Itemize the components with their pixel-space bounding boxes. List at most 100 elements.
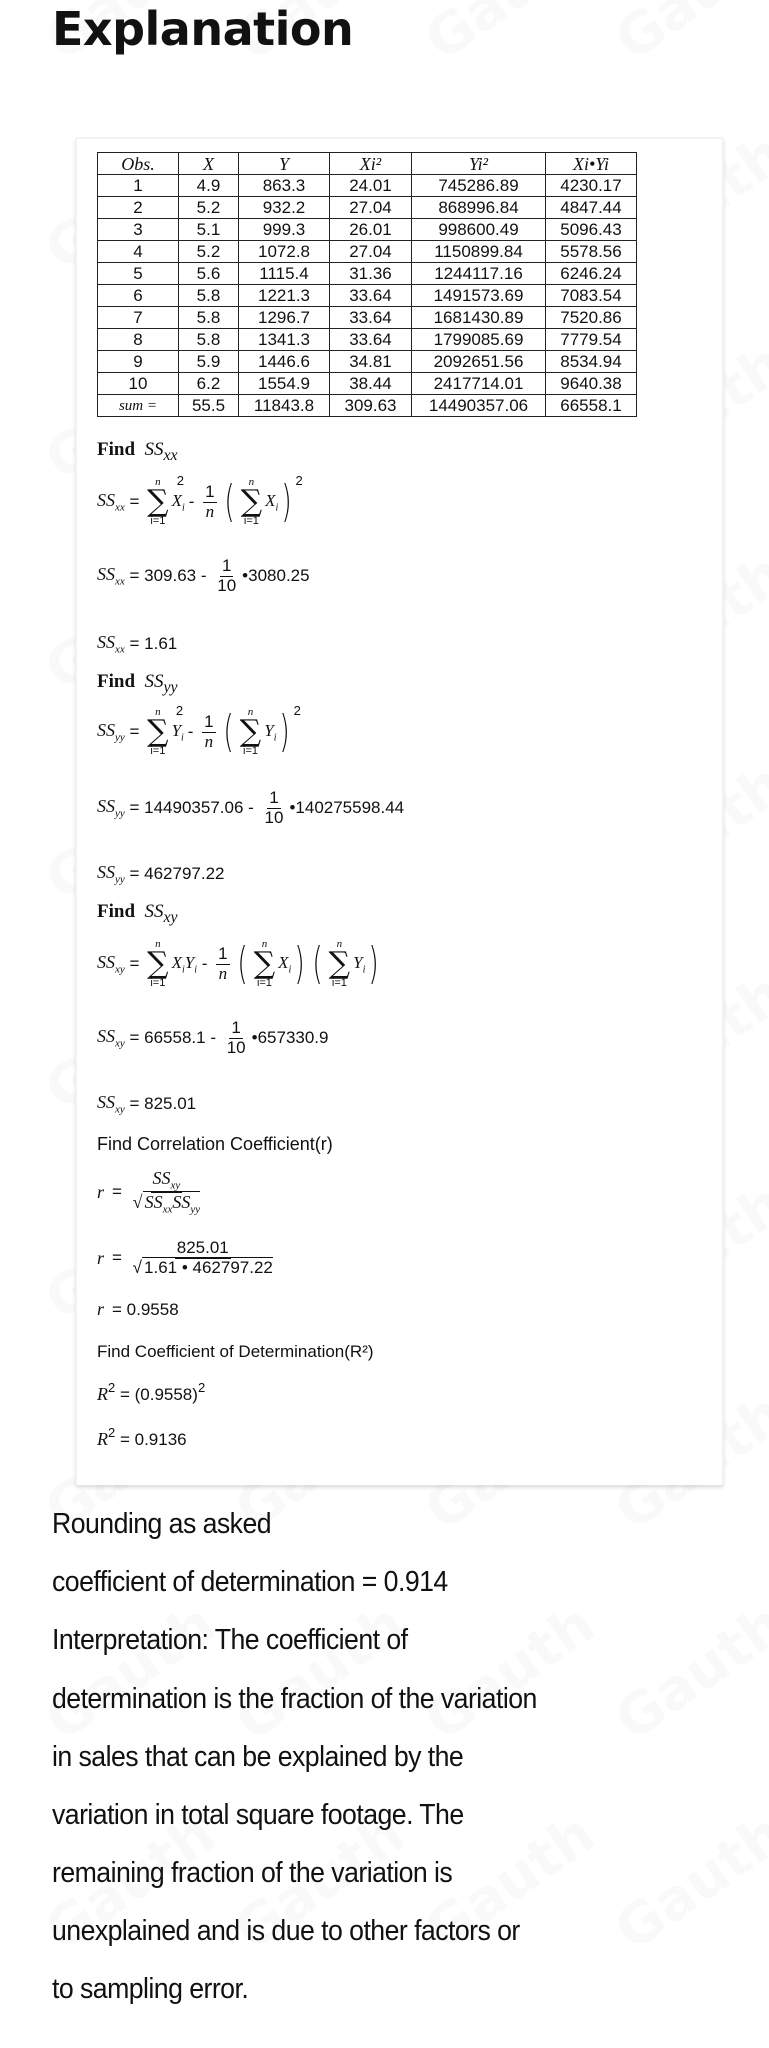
sum-cell: 66558.1 (545, 394, 637, 417)
table-cell: 6246.24 (545, 262, 637, 285)
determination-formula: R2 = (0.9558) 2 (97, 1380, 206, 1404)
ssxy-formula: SSxy = n ∑ i=1 XiYi - 1n (n ∑ i=1 Xi) (n ∑ i=1 Y… (97, 938, 380, 989)
table-row: 10 6.2 1554.9 38.44 2417714.01 9640.38 (97, 372, 637, 395)
table-cell: 1221.3 (238, 284, 330, 307)
table-cell: 34.81 (329, 350, 412, 373)
table-cell: 9 (97, 350, 179, 373)
table-cell: 8534.94 (545, 350, 637, 373)
ssyy-symbol: SSyy (144, 671, 178, 696)
table-cell: 24.01 (329, 174, 412, 197)
table-cell: 4230.17 (545, 174, 637, 197)
ssyy-result: SSyy = 462797.22 (97, 862, 225, 886)
watermark: Gauth (34, 1591, 227, 1753)
table-cell: 1 (97, 174, 179, 197)
table-cell: 9640.38 (545, 372, 637, 395)
table-cell: 5.6 (178, 262, 239, 285)
correlation-substitution: r = 825.01 √ 1.61 • 462797.22 (97, 1238, 273, 1277)
correlation-result: r = 0.9558 (97, 1299, 179, 1319)
table-cell: 1681430.89 (411, 306, 546, 329)
table-cell: 7520.86 (545, 306, 637, 329)
table-cell: 7779.54 (545, 328, 637, 351)
table-cell: 1150899.84 (411, 240, 546, 263)
table-cell: 1296.7 (238, 306, 330, 329)
table-cell: 26.01 (329, 218, 412, 241)
summary-line: determination is the fraction of the var… (52, 1683, 537, 1715)
summary-line: in sales that can be explained by the (52, 1741, 464, 1773)
table-row: 3 5.1 999.3 26.01 998600.49 5096.43 (97, 218, 637, 241)
find-ssxy-heading: Find SSxy (97, 901, 178, 927)
watermark: Gauth (604, 1591, 769, 1753)
ssxx-symbol: SSxx (144, 439, 178, 464)
find-ssyy-heading: Find SSyy (97, 671, 178, 697)
table-cell: 999.3 (238, 218, 330, 241)
table-cell: 27.04 (329, 240, 412, 263)
find-label: Find (97, 671, 136, 692)
correlation-formula: r = SSxy √ SSxxSSyy (97, 1168, 201, 1216)
table-cell: 4 (97, 240, 179, 263)
table-cell: 1115.4 (238, 262, 330, 285)
table-cell: 5.2 (178, 196, 239, 219)
table-row: 1 4.9 863.3 24.01 745286.89 4230.17 (97, 174, 637, 197)
table-cell: 5.8 (178, 306, 239, 329)
table-cell: 1799085.69 (411, 328, 546, 351)
ssyy-substitution: SSyy = 14490357.06 - 1 10 •140275598.44 (97, 788, 405, 827)
sum-cell: 14490357.06 (411, 394, 546, 417)
find-label: Find (97, 439, 136, 460)
summary-line: coefficient of determination = 0.914 (52, 1566, 448, 1598)
sum-cell: 55.5 (178, 394, 239, 417)
page-title: Explanation (52, 2, 354, 56)
ssxx-substitution: SSxx = 309.63 - 1 10 •3080.25 (97, 556, 310, 595)
table-cell: 6 (97, 284, 179, 307)
table-cell: 6.2 (178, 372, 239, 395)
table-cell: 5096.43 (545, 218, 637, 241)
table-cell: 5.8 (178, 328, 239, 351)
summary-line: Interpretation: The coefficient of (52, 1624, 408, 1656)
ssxx-result: SSxx = 1.61 (97, 632, 178, 656)
table-cell: 2092651.56 (411, 350, 546, 373)
watermark: Gauth (604, 0, 769, 74)
table-cell: 1446.6 (238, 350, 330, 373)
table-row: 9 5.9 1446.6 34.81 2092651.56 8534.94 (97, 350, 637, 373)
table-row: 7 5.8 1296.7 33.64 1681430.89 7520.86 (97, 306, 637, 329)
col-header-xy: Xi•Yi (545, 152, 637, 175)
col-header-y-squared: Yi² (411, 152, 546, 175)
table-cell: 1554.9 (238, 372, 330, 395)
sum-cell: 309.63 (329, 394, 412, 417)
summary-line: to sampling error. (52, 1973, 249, 2005)
table-cell: 5.1 (178, 218, 239, 241)
table-cell: 745286.89 (411, 174, 546, 197)
col-header-x-squared: Xi² (329, 152, 412, 175)
table-cell: 33.64 (329, 306, 412, 329)
summary-line: variation in total square footage. The (52, 1799, 464, 1831)
col-header-obs: Obs. (97, 152, 179, 175)
table-cell: 5 (97, 262, 179, 285)
ssxy-symbol: SSxy (144, 901, 178, 926)
ssyy-formula: SSyy = n ∑ i=1 Yi 2 - 1n (n ∑ i=1 Yi) 2 (97, 703, 301, 757)
table-row: 4 5.2 1072.8 27.04 1150899.84 5578.56 (97, 240, 637, 263)
table-header-row: Obs. X Y Xi² Yi² Xi•Yi (97, 152, 637, 175)
table-cell: 31.36 (329, 262, 412, 285)
table-cell: 868996.84 (411, 196, 546, 219)
table-row: 2 5.2 932.2 27.04 868996.84 4847.44 (97, 196, 637, 219)
table-cell: 33.64 (329, 284, 412, 307)
col-header-x: X (178, 152, 239, 175)
table-cell: 1341.3 (238, 328, 330, 351)
summary-line: Rounding as asked (52, 1508, 272, 1540)
table-cell: 2417714.01 (411, 372, 546, 395)
watermark: Gauth (604, 1801, 769, 1963)
table-cell: 10 (97, 372, 179, 395)
table-cell: 932.2 (238, 196, 330, 219)
table-cell: 5.9 (178, 350, 239, 373)
table-cell: 998600.49 (411, 218, 546, 241)
table-cell: 5.2 (178, 240, 239, 263)
table-cell: 1072.8 (238, 240, 330, 263)
data-table: Obs. X Y Xi² Yi² Xi•Yi 1 4.9 863.3 24.01 745… (97, 152, 637, 417)
table-cell: 4.9 (178, 174, 239, 197)
table-row: 6 5.8 1221.3 33.64 1491573.69 7083.54 (97, 284, 637, 307)
table-cell: 5.8 (178, 284, 239, 307)
table-cell: 3 (97, 218, 179, 241)
watermark: Gauth (414, 1591, 607, 1753)
table-cell: 27.04 (329, 196, 412, 219)
watermark: Gauth (414, 0, 607, 74)
sum-label: sum = (97, 394, 179, 417)
